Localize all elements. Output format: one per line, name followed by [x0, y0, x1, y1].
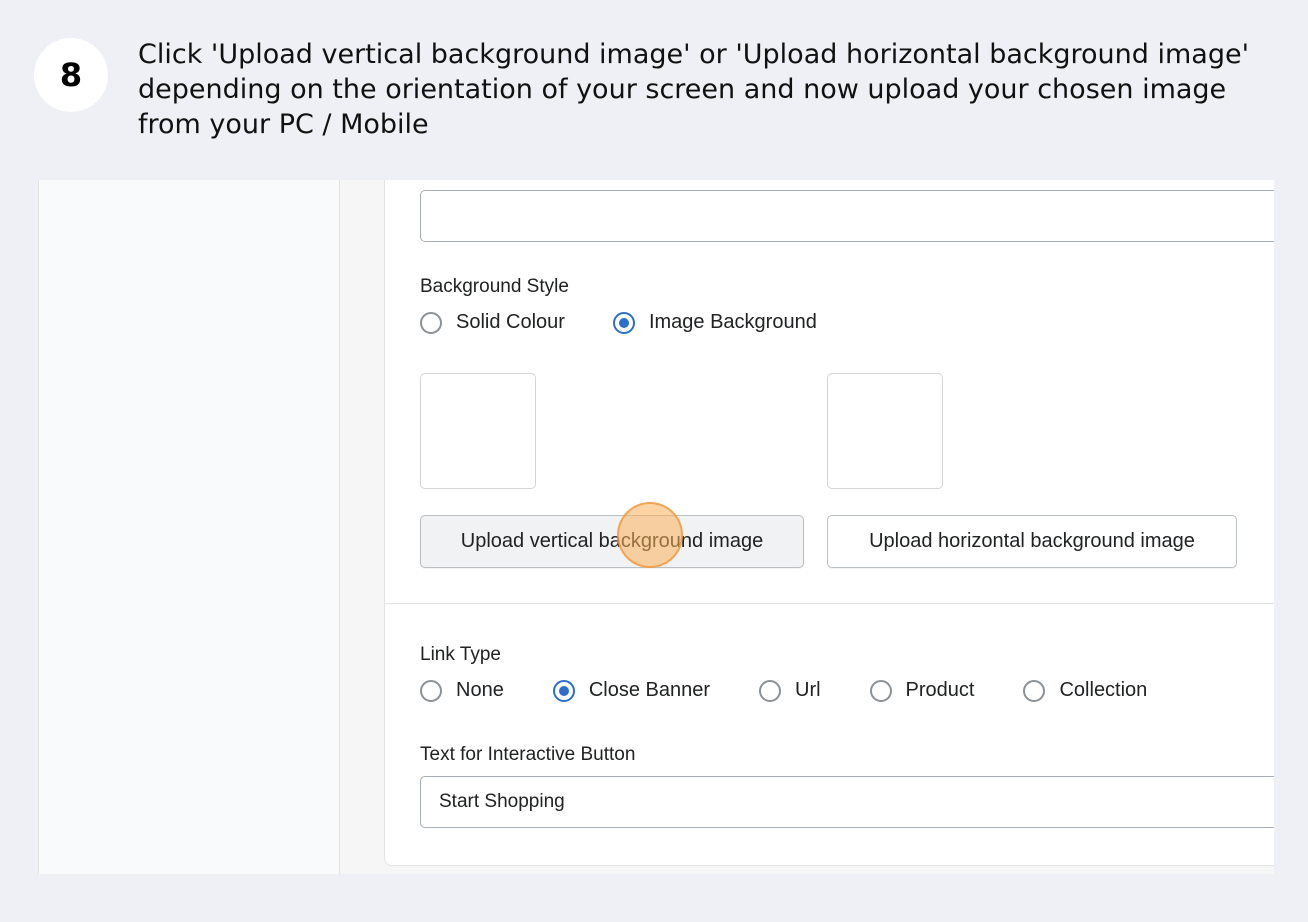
- radio-label: Solid Colour: [456, 311, 565, 333]
- step-number-badge: 8: [34, 38, 108, 112]
- radio-label: Collection: [1059, 679, 1148, 701]
- radio-link-close-banner[interactable]: Close Banner: [552, 679, 710, 702]
- interactive-button-text-input[interactable]: Start Shopping: [420, 776, 1274, 828]
- radio-circle-unchecked-icon: [420, 679, 442, 702]
- radio-link-product[interactable]: Product: [869, 679, 975, 702]
- radio-label: Url: [795, 679, 821, 701]
- top-text-input[interactable]: [420, 190, 1274, 242]
- upload-vertical-background-button[interactable]: Upload vertical background image: [420, 515, 804, 568]
- background-style-label: Background Style: [420, 276, 569, 297]
- horizontal-image-preview: [827, 373, 943, 489]
- radio-circle-unchecked-icon: [420, 311, 442, 334]
- radio-circle-checked-icon: [552, 679, 575, 702]
- radio-link-url[interactable]: Url: [759, 679, 821, 702]
- radio-circle-unchecked-icon: [869, 679, 892, 702]
- radio-label: Close Banner: [588, 679, 710, 701]
- radio-link-collection[interactable]: Collection: [1023, 679, 1147, 702]
- radio-link-none[interactable]: None: [420, 679, 504, 702]
- app-screenshot: Background Style Solid Colour Image Back…: [38, 180, 1274, 874]
- radio-image-background[interactable]: Image Background: [612, 311, 817, 334]
- link-type-label: Link Type: [420, 644, 501, 665]
- left-sidebar-panel: [38, 180, 340, 874]
- link-type-radio-group: None Close Banner Url Product Collection: [420, 679, 1147, 702]
- radio-label: Product: [905, 679, 975, 701]
- radio-label: Image Background: [648, 311, 817, 333]
- radio-label: None: [456, 679, 504, 701]
- radio-circle-checked-icon: [612, 311, 635, 334]
- step-instruction: Click 'Upload vertical background image'…: [138, 39, 1250, 140]
- interactive-button-text-label: Text for Interactive Button: [420, 744, 636, 765]
- radio-circle-unchecked-icon: [759, 679, 781, 702]
- section-divider: [384, 603, 1274, 604]
- vertical-image-preview: [420, 373, 536, 489]
- radio-solid-colour[interactable]: Solid Colour: [420, 311, 565, 334]
- upload-horizontal-background-button[interactable]: Upload horizontal background image: [827, 515, 1237, 568]
- background-style-radio-group: Solid Colour Image Background: [420, 311, 817, 334]
- radio-circle-unchecked-icon: [1023, 679, 1046, 702]
